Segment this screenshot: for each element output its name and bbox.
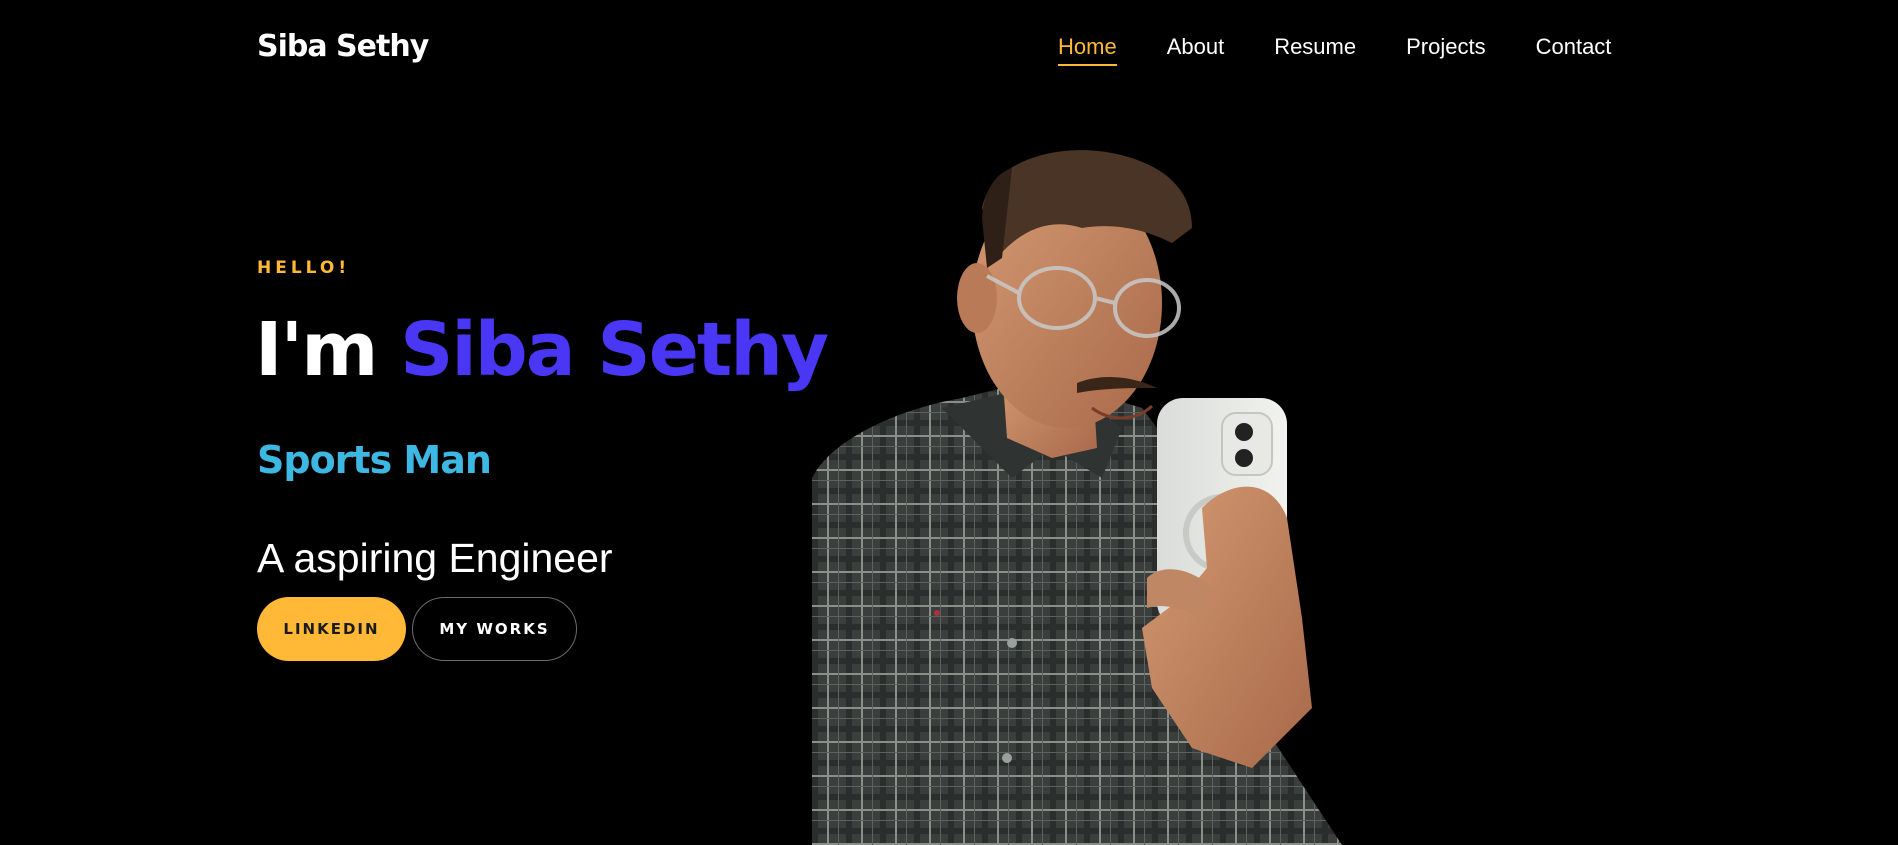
page: Siba Sethy Home About Resume Projects Co…: [0, 0, 1898, 845]
linkedin-button[interactable]: LINKEDIN: [257, 597, 406, 661]
nav-contact[interactable]: Contact: [1536, 30, 1612, 64]
my-works-button[interactable]: MY WORKS: [412, 597, 577, 661]
hero-greeting: HELLO!: [257, 258, 351, 278]
hero-tagline: A aspiring Engineer: [257, 535, 613, 581]
nav-home[interactable]: Home: [1058, 30, 1117, 66]
headline-prefix: I'm: [255, 307, 378, 393]
hero-headline: I'm Siba Sethy: [255, 304, 829, 396]
hero-role: Sports Man: [257, 438, 492, 482]
nav-about[interactable]: About: [1167, 30, 1225, 64]
profile-photo: [812, 148, 1360, 845]
brand-logo[interactable]: Siba Sethy: [257, 27, 429, 67]
headline-name: Siba Sethy: [400, 307, 829, 393]
nav-resume[interactable]: Resume: [1274, 30, 1356, 64]
profile-photo-illustration: [812, 150, 1342, 845]
main-nav: Home About Resume Projects Contact: [1058, 30, 1612, 66]
nav-projects[interactable]: Projects: [1406, 30, 1485, 64]
